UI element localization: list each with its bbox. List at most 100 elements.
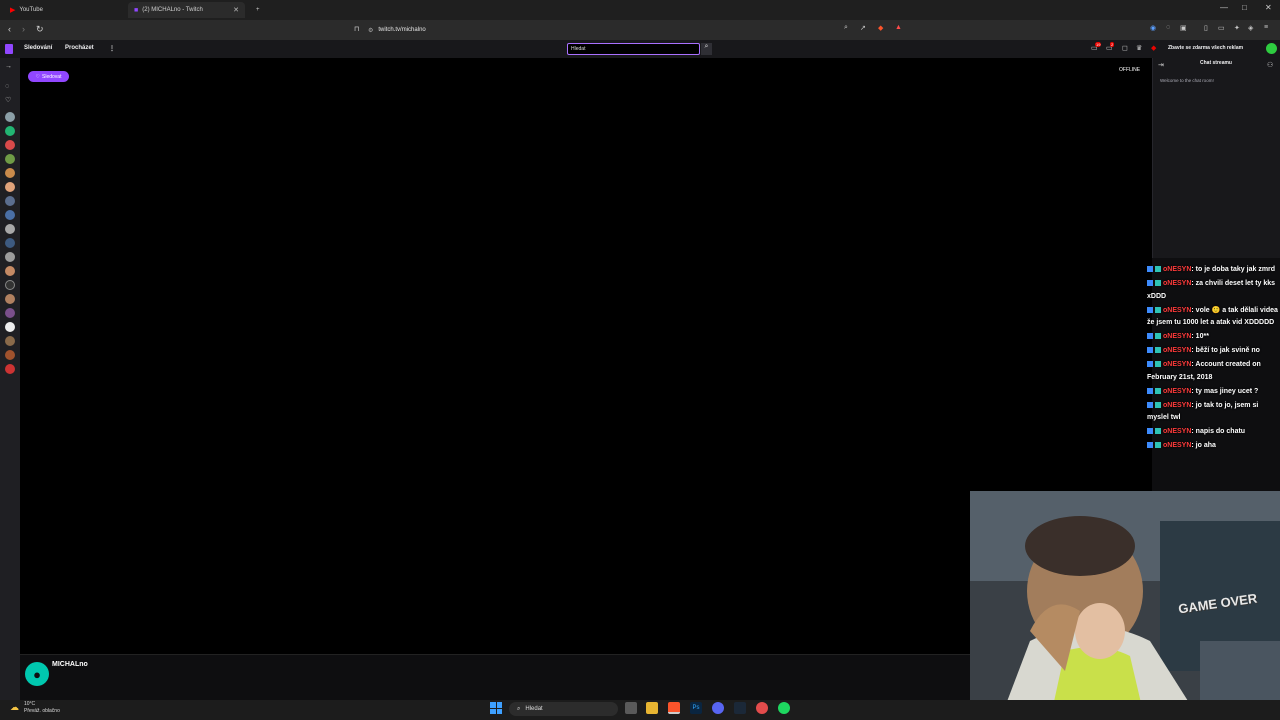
- forward-icon[interactable]: ›: [22, 24, 25, 34]
- nav-following[interactable]: Sledování: [24, 45, 52, 51]
- chat-text: : napis do chatu: [1191, 428, 1246, 435]
- chat-message: oNESYN: 10**: [1147, 331, 1280, 344]
- task-view-icon[interactable]: [625, 702, 637, 714]
- url-text: twitch.tv/michalno: [378, 27, 426, 33]
- chat-message: oNESYN: běží to jak svině no: [1147, 345, 1280, 358]
- sidebar-icon[interactable]: ▯: [1204, 24, 1208, 32]
- twitch-logo-icon[interactable]: [5, 44, 13, 54]
- tab-title: YouTube: [19, 7, 43, 13]
- temperature: 10°C: [24, 701, 36, 707]
- chat-username: oNESYN: [1163, 442, 1192, 449]
- share-icon[interactable]: ↗: [860, 24, 866, 32]
- file-explorer-icon[interactable]: [646, 702, 658, 714]
- maximize-icon[interactable]: □: [1242, 3, 1247, 12]
- channel-info-bar: [20, 654, 970, 700]
- search-input[interactable]: Hledat: [567, 43, 700, 55]
- reload-icon[interactable]: ↻: [36, 24, 44, 35]
- chat-username: oNESYN: [1163, 401, 1192, 409]
- chat-panel: [1152, 58, 1280, 258]
- discord-icon[interactable]: [712, 702, 724, 714]
- channel-avatar[interactable]: [5, 224, 15, 234]
- channel-avatar[interactable]: [5, 364, 15, 374]
- brave-rewards-icon[interactable]: ▲: [895, 24, 902, 31]
- wallet-icon[interactable]: ▭: [1218, 24, 1225, 32]
- close-tab-icon[interactable]: ✕: [233, 6, 239, 14]
- back-icon[interactable]: ‹: [8, 24, 11, 34]
- youtube-icon: ▶: [10, 7, 16, 14]
- brave-shield-icon[interactable]: ◆: [878, 24, 883, 32]
- channel-avatar[interactable]: [5, 322, 15, 332]
- app-icon[interactable]: [756, 702, 768, 714]
- search-icon[interactable]: ⌕: [701, 43, 712, 55]
- nav-browse[interactable]: Procházet: [65, 45, 94, 51]
- chat-message: oNESYN: vole 🙂 a tak dělali videa že jse…: [1147, 305, 1280, 330]
- chat-text: : jo aha: [1191, 442, 1216, 449]
- chat-text: : běží to jak svině no: [1191, 347, 1260, 354]
- channel-avatar[interactable]: [5, 140, 15, 150]
- chat-message: oNESYN: Account created on February 21st…: [1147, 359, 1280, 384]
- chat-welcome-message: Welcome to the chat room!: [1160, 78, 1214, 83]
- channel-avatar[interactable]: [5, 308, 15, 318]
- chat-text: : to je doba taky jak zmrd: [1191, 266, 1276, 273]
- chat-message: oNESYN: jo tak to jo, jsem si myslel twl: [1147, 400, 1280, 425]
- extensions-icon[interactable]: ✦: [1234, 24, 1240, 32]
- channel-avatar[interactable]: [5, 238, 15, 248]
- tab-title: (2) MICHALno - Twitch: [142, 7, 203, 13]
- chat-message: oNESYN: ty mas jiney ucet ?: [1147, 386, 1280, 399]
- screenshot-icon[interactable]: ▣: [1180, 24, 1187, 32]
- photoshop-icon[interactable]: Ps: [690, 702, 702, 714]
- channel-avatar[interactable]: ●: [25, 662, 49, 686]
- menu-icon[interactable]: ≡: [1264, 24, 1268, 31]
- bookmark-icon[interactable]: ⊓: [354, 25, 359, 33]
- channel-avatar[interactable]: [5, 336, 15, 346]
- follow-label: Sledovat: [42, 73, 62, 80]
- crown-icon[interactable]: ♛: [1136, 44, 1142, 52]
- chat-header: Chat streamu: [1200, 60, 1232, 66]
- chat-username: oNESYN: [1163, 306, 1192, 314]
- channel-avatar[interactable]: [5, 210, 15, 220]
- channel-name[interactable]: MICHALno: [52, 661, 88, 668]
- channel-avatar[interactable]: [5, 294, 15, 304]
- inbox-icon[interactable]: ◻: [1122, 44, 1128, 52]
- chat-message: oNESYN: jo aha: [1147, 440, 1280, 453]
- spotify-icon[interactable]: [778, 702, 790, 714]
- chat-username: oNESYN: [1163, 361, 1192, 368]
- close-window-icon[interactable]: ✕: [1265, 3, 1272, 12]
- nav-more-icon[interactable]: ⋮: [109, 45, 115, 52]
- channel-avatar[interactable]: [5, 182, 15, 192]
- ad-free-promo-button[interactable]: Zbavte se zdarma všech reklam: [1168, 45, 1243, 51]
- windows-start-icon[interactable]: [490, 702, 502, 714]
- bits-icon[interactable]: ◆: [1151, 44, 1156, 52]
- followed-channels-sidebar: → ◌ ♡: [0, 58, 20, 700]
- tab-twitch[interactable]: ■ (2) MICHALno - Twitch ✕: [128, 2, 245, 18]
- extension-icon[interactable]: ◉: [1150, 24, 1156, 32]
- weather-text: Převáž. oblačno: [24, 708, 60, 714]
- channel-avatar[interactable]: [5, 196, 15, 206]
- expand-sidebar-icon[interactable]: →: [5, 63, 12, 70]
- channel-avatar[interactable]: [5, 168, 15, 178]
- channel-avatar[interactable]: [5, 126, 15, 136]
- taskbar-search[interactable]: ⌕ Hledat: [509, 702, 618, 716]
- channel-avatar[interactable]: [5, 266, 15, 276]
- user-avatar[interactable]: [1266, 43, 1277, 54]
- tab-youtube[interactable]: ▶ YouTube: [4, 2, 126, 18]
- chat-users-icon[interactable]: ⚇: [1267, 61, 1273, 69]
- chat-extension-icon[interactable]: ◌: [1166, 24, 1170, 31]
- url-field[interactable]: ⚙ twitch.tv/michalno: [368, 24, 426, 36]
- steam-icon[interactable]: [734, 702, 746, 714]
- channel-avatar[interactable]: [5, 280, 15, 290]
- new-tab-label: +: [256, 7, 260, 13]
- follow-button[interactable]: ♡ Sledovat: [28, 71, 69, 82]
- vpn-icon[interactable]: ◈: [1248, 24, 1253, 32]
- channel-avatar[interactable]: [5, 350, 15, 360]
- brave-browser-icon[interactable]: [668, 702, 680, 714]
- chat-message: oNESYN: to je doba taky jak zmrd: [1147, 264, 1280, 277]
- channel-avatar[interactable]: [5, 154, 15, 164]
- channel-avatar[interactable]: [5, 112, 15, 122]
- site-info-icon[interactable]: ⚙: [368, 27, 373, 34]
- windows-taskbar: [0, 700, 1280, 720]
- minimize-icon[interactable]: —: [1220, 3, 1228, 12]
- channel-avatar[interactable]: [5, 252, 15, 262]
- new-tab-button[interactable]: +: [250, 2, 264, 18]
- zoom-icon[interactable]: ⌕: [844, 24, 848, 32]
